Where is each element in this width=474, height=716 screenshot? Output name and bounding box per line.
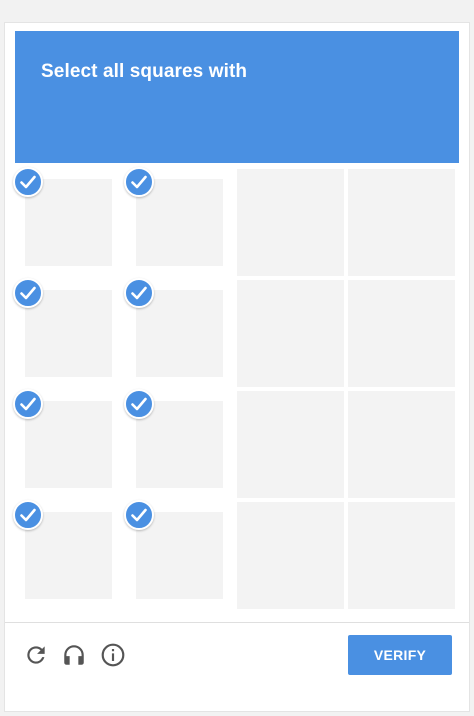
- grid-tile[interactable]: [124, 167, 233, 276]
- grid-tile[interactable]: [237, 391, 344, 498]
- grid-tile[interactable]: [348, 169, 455, 276]
- grid-tile[interactable]: [348, 280, 455, 387]
- grid-tile[interactable]: [124, 389, 233, 498]
- image-grid: [13, 167, 459, 613]
- grid-tile[interactable]: [348, 502, 455, 609]
- tile-image: [237, 280, 344, 387]
- grid-tile[interactable]: [13, 278, 122, 387]
- checkmark-icon: [13, 389, 43, 419]
- checkmark-icon: [13, 500, 43, 530]
- tile-image: [348, 169, 455, 276]
- verify-button[interactable]: VERIFY: [348, 635, 452, 675]
- grid-tile[interactable]: [13, 167, 122, 276]
- tile-image: [348, 391, 455, 498]
- tile-image: [237, 391, 344, 498]
- grid-tile[interactable]: [124, 278, 233, 387]
- tile-image: [348, 502, 455, 609]
- headphones-icon[interactable]: [61, 642, 87, 668]
- footer-divider: [5, 622, 469, 623]
- checkmark-icon: [13, 167, 43, 197]
- grid-tile[interactable]: [13, 389, 122, 498]
- checkmark-icon: [124, 500, 154, 530]
- reload-icon[interactable]: [23, 642, 49, 668]
- challenge-instruction: Select all squares with: [41, 61, 248, 82]
- checkmark-icon: [124, 278, 154, 308]
- checkmark-icon: [124, 389, 154, 419]
- grid-tile[interactable]: [237, 502, 344, 609]
- info-icon[interactable]: [100, 642, 126, 668]
- grid-tile[interactable]: [13, 500, 122, 609]
- checkmark-icon: [124, 167, 154, 197]
- grid-tile[interactable]: [348, 391, 455, 498]
- grid-tile[interactable]: [237, 169, 344, 276]
- checkmark-icon: [13, 278, 43, 308]
- tile-image: [237, 169, 344, 276]
- tile-image: [348, 280, 455, 387]
- grid-tile[interactable]: [237, 280, 344, 387]
- captcha-challenge: Select all squares with VERIFY: [4, 22, 470, 712]
- grid-tile[interactable]: [124, 500, 233, 609]
- challenge-header: Select all squares with: [15, 31, 459, 163]
- tile-image: [237, 502, 344, 609]
